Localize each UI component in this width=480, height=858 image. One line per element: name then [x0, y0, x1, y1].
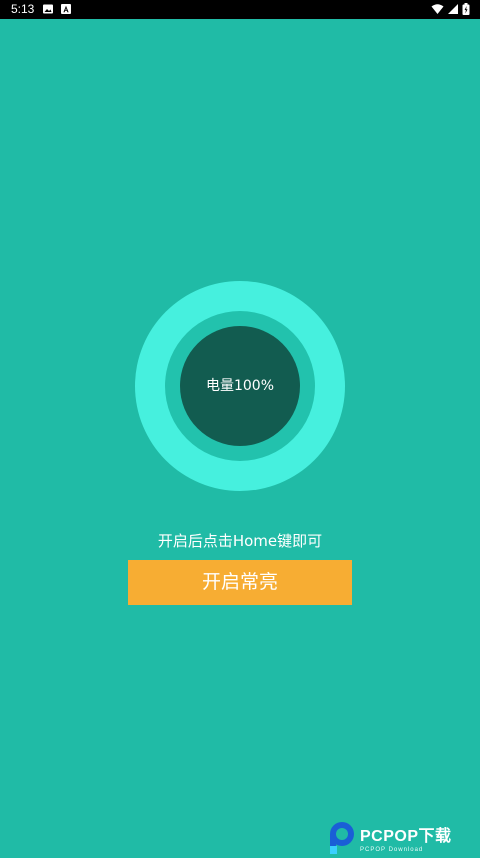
signal-icon — [448, 4, 458, 14]
enable-keep-awake-button[interactable]: 开启常亮 — [128, 560, 352, 605]
pcpop-logo-icon — [330, 822, 354, 854]
gauge-middle-ring: 电量100% — [165, 311, 315, 461]
image-icon — [43, 4, 53, 14]
watermark-text: PCPOP下载 — [360, 828, 452, 845]
battery-gauge: 电量100% — [135, 281, 345, 491]
battery-level-label: 电量100% — [205, 378, 275, 394]
watermark: PCPOP下载 PCPOP Download — [326, 820, 474, 858]
hint-text: 开启后点击Home键即可 — [157, 532, 323, 550]
a-letter-icon — [61, 4, 71, 14]
status-time: 5:13 — [11, 2, 35, 16]
gauge-core: 电量100% — [180, 326, 300, 446]
app-content: 电量100% 开启后点击Home键即可 开启常亮 PCPOP下载 PCPOP D… — [0, 19, 480, 854]
status-bar: 5:13 — [0, 0, 480, 19]
wifi-icon — [431, 4, 444, 14]
battery-icon — [462, 3, 470, 15]
